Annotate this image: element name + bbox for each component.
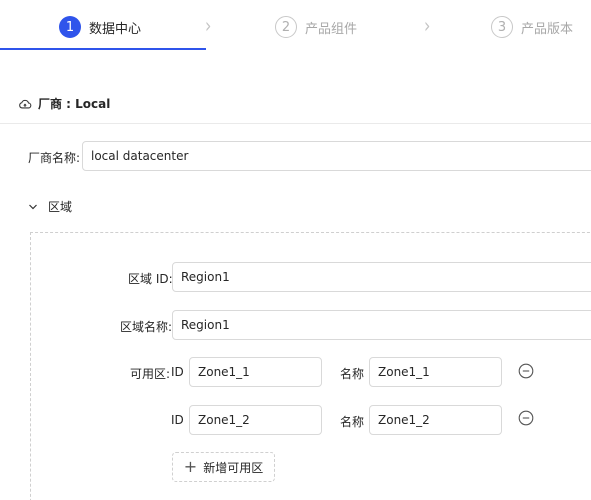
- zone-name-label: 名称: [340, 415, 365, 429]
- chevron-down-icon: [29, 204, 37, 209]
- step-data-center[interactable]: 1 数据中心: [59, 14, 141, 40]
- step-product-components[interactable]: 2 产品组件: [275, 14, 357, 40]
- add-zone-button[interactable]: + 新增可用区: [172, 452, 275, 482]
- add-zone-label: 新增可用区: [203, 460, 264, 475]
- plus-icon: +: [183, 457, 198, 476]
- active-step-indicator: [0, 48, 206, 50]
- region-section-toggle[interactable]: 区域: [28, 198, 72, 215]
- zone-id-label: ID: [171, 413, 184, 427]
- region-id-input[interactable]: Region1: [172, 262, 591, 292]
- step-product-version[interactable]: 3 产品版本: [491, 14, 573, 40]
- chevron-right-icon: ›: [424, 13, 431, 38]
- cloud-icon: [19, 99, 32, 108]
- vendor-header: 厂商 : Local: [0, 84, 591, 124]
- vendor-name-input[interactable]: local datacenter: [82, 141, 591, 171]
- chevron-right-icon: ›: [205, 13, 212, 38]
- zone-name-label: 名称: [340, 367, 365, 381]
- region-name-label: 区域名称:: [120, 320, 173, 334]
- zones-label: 可用区:: [130, 367, 171, 381]
- region-section-title: 区域: [48, 200, 73, 214]
- step-number: 3: [491, 16, 513, 38]
- step-number: 1: [59, 16, 81, 38]
- vendor-name-label: 厂商名称:: [28, 151, 81, 165]
- zone-name-input[interactable]: Zone1_1: [369, 357, 502, 387]
- remove-zone-icon[interactable]: [518, 410, 534, 426]
- remove-zone-icon[interactable]: [518, 363, 534, 379]
- zone-id-label: ID: [171, 365, 184, 379]
- zone-name-input[interactable]: Zone1_2: [369, 405, 502, 435]
- vendor-title: 厂商 : Local: [38, 97, 111, 111]
- zone-id-input[interactable]: Zone1_2: [189, 405, 322, 435]
- step-label: 产品组件: [305, 21, 358, 37]
- zone-id-input[interactable]: Zone1_1: [189, 357, 322, 387]
- region-id-label: 区域 ID:: [128, 272, 173, 286]
- step-label: 产品版本: [521, 21, 574, 37]
- region-name-input[interactable]: Region1: [172, 310, 591, 340]
- steps-bar: 1 数据中心 › 2 产品组件 › 3 产品版本: [0, 0, 591, 52]
- step-label: 数据中心: [89, 21, 142, 37]
- step-number: 2: [275, 16, 297, 38]
